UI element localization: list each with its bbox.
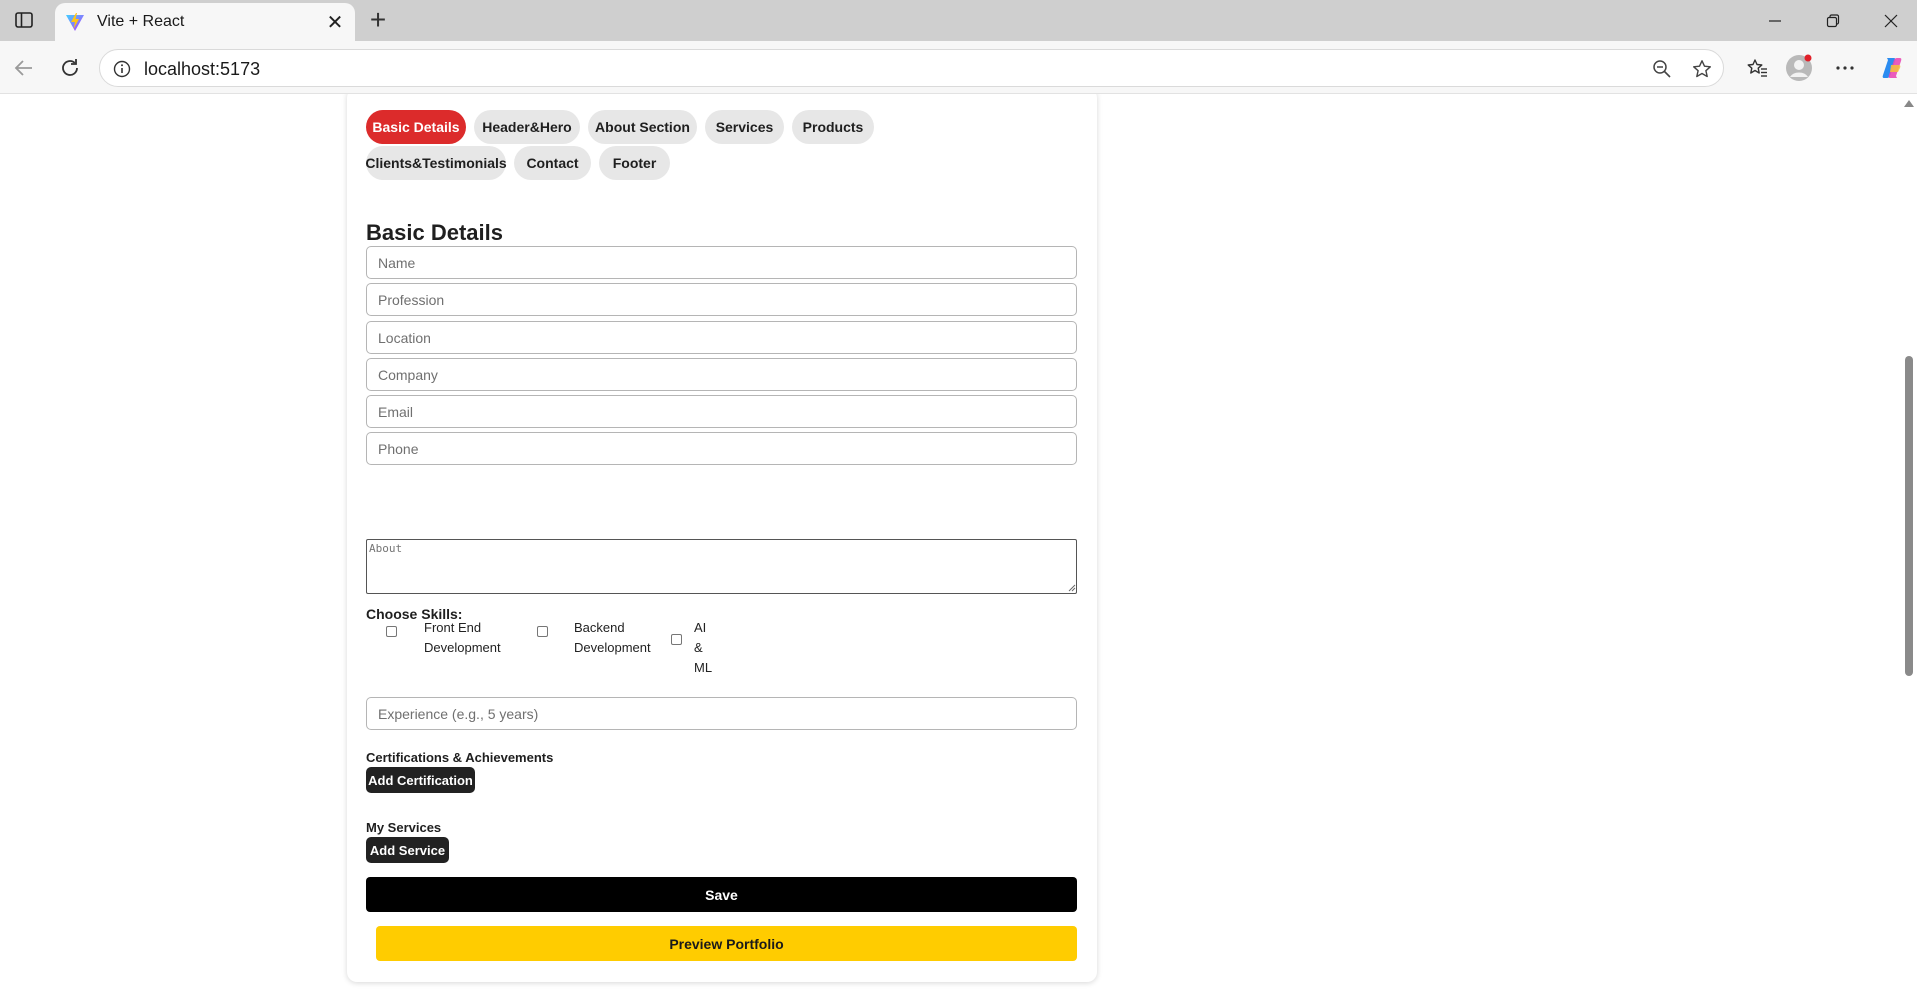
- skill-label-line: Front End: [424, 620, 482, 635]
- address-bar[interactable]: localhost:5173: [99, 49, 1724, 87]
- skill-label-ai-ml: AI & ML: [694, 618, 712, 678]
- zoom-out-icon[interactable]: [1651, 58, 1673, 80]
- add-certification-button[interactable]: Add Certification: [366, 767, 475, 793]
- phone-input[interactable]: [366, 432, 1077, 465]
- skill-label-line: Development: [574, 640, 651, 655]
- skill-checkbox-frontend[interactable]: [386, 626, 397, 637]
- reload-icon[interactable]: [55, 53, 85, 83]
- tab-header-hero[interactable]: Header&Hero: [474, 110, 580, 144]
- minimize-icon[interactable]: [1755, 7, 1795, 35]
- back-arrow-icon[interactable]: [9, 53, 39, 83]
- tab-services[interactable]: Services: [705, 110, 784, 144]
- page-viewport: Basic Details Header&Hero About Section …: [0, 94, 1900, 995]
- profile-avatar-icon[interactable]: [1784, 53, 1814, 83]
- skill-checkbox-backend[interactable]: [537, 626, 548, 637]
- certifications-label: Certifications & Achievements: [366, 750, 554, 765]
- preview-portfolio-button[interactable]: Preview Portfolio: [376, 926, 1077, 961]
- tab-contact[interactable]: Contact: [514, 146, 591, 180]
- new-tab-button[interactable]: +: [364, 4, 392, 35]
- tab-footer[interactable]: Footer: [599, 146, 670, 180]
- company-input[interactable]: [366, 358, 1077, 391]
- tab-clients-testimonials[interactable]: Clients&Testimonials: [365, 146, 507, 180]
- more-options-icon[interactable]: [1830, 53, 1860, 83]
- section-title: Basic Details: [366, 220, 503, 245]
- skill-label-backend: Backend Development: [574, 618, 651, 658]
- save-button[interactable]: Save: [366, 877, 1077, 912]
- scroll-up-arrow-icon[interactable]: [1904, 100, 1914, 107]
- name-input[interactable]: [366, 246, 1077, 279]
- services-label: My Services: [366, 820, 442, 835]
- browser-tab[interactable]: Vite + React ✕: [55, 3, 355, 41]
- skill-label-line: Development: [424, 640, 501, 655]
- about-textarea[interactable]: [366, 539, 1077, 594]
- close-window-icon[interactable]: [1871, 7, 1911, 35]
- page-scrollbar[interactable]: [1900, 94, 1917, 995]
- copilot-icon[interactable]: [1877, 53, 1907, 83]
- url-text[interactable]: localhost:5173: [144, 59, 260, 80]
- resize-grip-icon[interactable]: [1066, 582, 1076, 592]
- location-input[interactable]: [366, 321, 1077, 354]
- tab-basic-details[interactable]: Basic Details: [366, 110, 466, 144]
- skill-label-frontend: Front End Development: [424, 618, 501, 658]
- scrollbar-thumb[interactable]: [1905, 356, 1913, 676]
- skill-checkbox-ai-ml[interactable]: [671, 634, 682, 645]
- skill-label-line: Backend: [574, 620, 625, 635]
- email-input[interactable]: [366, 395, 1077, 428]
- browser-toolbar: localhost:5173: [0, 41, 1917, 94]
- browser-tab-bar: Vite + React ✕ +: [0, 0, 1917, 41]
- favorites-icon[interactable]: [1742, 53, 1772, 83]
- tab-title: Vite + React: [97, 13, 185, 30]
- tab-about-section[interactable]: About Section: [588, 110, 697, 144]
- sidebar-toggle-icon[interactable]: [12, 9, 36, 31]
- tab-close-button[interactable]: ✕: [321, 8, 349, 36]
- experience-input[interactable]: [366, 697, 1077, 730]
- tab-products[interactable]: Products: [792, 110, 874, 144]
- favorite-star-icon[interactable]: [1691, 58, 1713, 80]
- profession-input[interactable]: [366, 283, 1077, 316]
- form-card: Basic Details Header&Hero About Section …: [347, 94, 1097, 982]
- vite-logo-icon: [65, 12, 85, 32]
- add-service-button[interactable]: Add Service: [366, 837, 449, 863]
- skill-label-line: ML: [694, 660, 713, 675]
- skill-label-line: AI: [694, 620, 707, 635]
- site-info-icon[interactable]: [112, 59, 132, 79]
- skill-label-line: &: [694, 640, 703, 655]
- restore-icon[interactable]: [1813, 7, 1853, 35]
